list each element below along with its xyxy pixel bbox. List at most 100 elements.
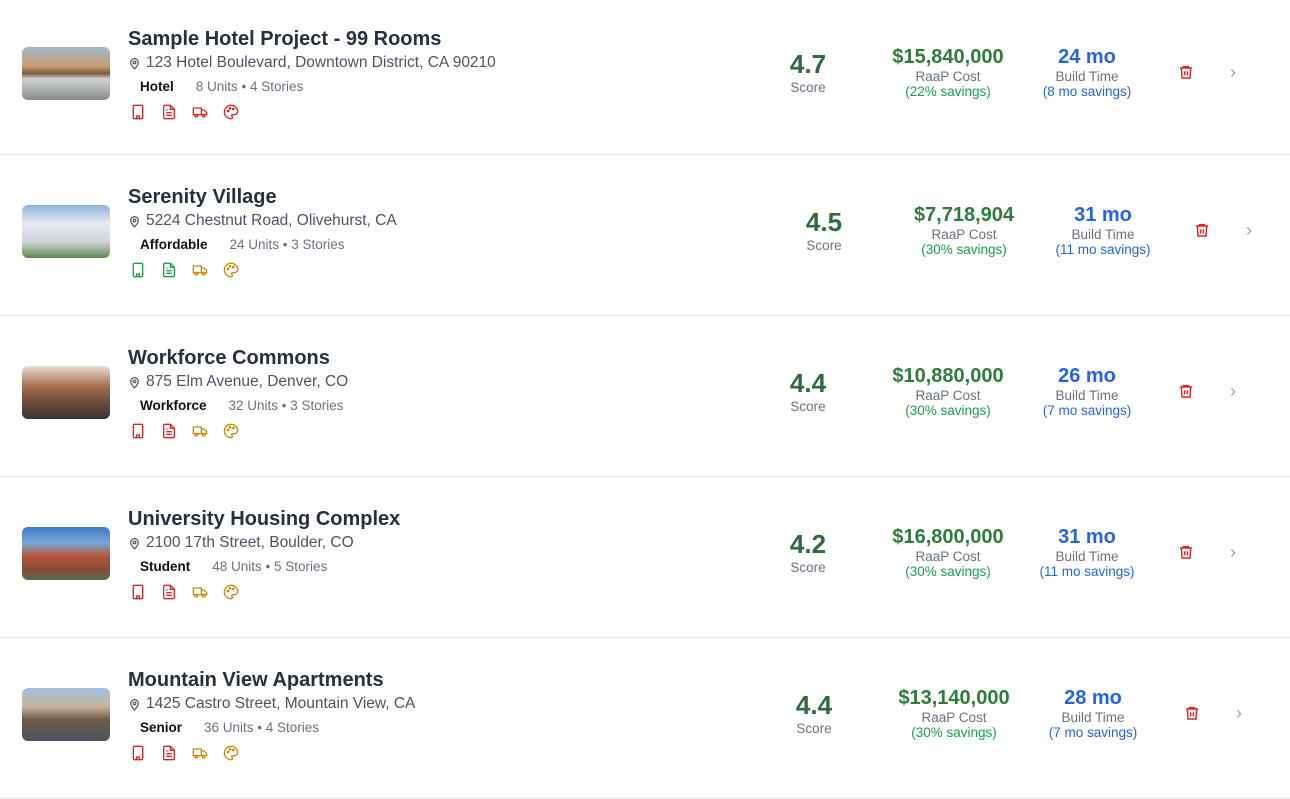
map-pin-icon bbox=[130, 698, 139, 711]
truck-icon bbox=[192, 426, 208, 437]
chevron-right-icon[interactable]: › bbox=[1246, 220, 1260, 241]
project-title[interactable]: University Housing Complex bbox=[128, 506, 400, 532]
time-savings: (11 mo savings) bbox=[1039, 563, 1135, 579]
trash-icon bbox=[1186, 706, 1198, 720]
cost-value: $10,880,000 bbox=[892, 364, 1004, 387]
delete-button[interactable] bbox=[1182, 703, 1202, 723]
score-label: Score bbox=[790, 560, 826, 575]
project-title[interactable]: Workforce Commons bbox=[128, 345, 348, 371]
palette-icon bbox=[223, 745, 239, 761]
delete-button[interactable] bbox=[1176, 381, 1196, 401]
cost-label: RaaP Cost bbox=[915, 68, 981, 84]
cost-value: $7,718,904 bbox=[913, 203, 1015, 226]
project-thumbnail bbox=[22, 687, 110, 741]
score: 4.4 Score bbox=[774, 690, 854, 736]
palette-icon bbox=[223, 423, 239, 439]
trash-icon bbox=[1180, 65, 1192, 79]
build-time-value: 28 mo bbox=[1064, 686, 1122, 709]
map-pin-icon bbox=[130, 376, 139, 389]
truck-icon bbox=[192, 107, 208, 118]
build-time: 28 mo Build Time (7 mo savings) bbox=[1038, 687, 1148, 740]
raap-cost: $15,840,000 RaaP Cost (22% savings) bbox=[878, 46, 1018, 99]
score: 4.2 Score bbox=[768, 529, 848, 575]
chevron-right-icon[interactable]: › bbox=[1230, 381, 1244, 402]
build-time: 31 mo Build Time (11 mo savings) bbox=[1032, 526, 1142, 579]
time-savings: (8 mo savings) bbox=[1042, 83, 1132, 99]
score-value: 4.4 bbox=[795, 690, 833, 720]
building-icon bbox=[132, 262, 144, 278]
score-value: 4.5 bbox=[805, 207, 843, 237]
palette-icon bbox=[223, 104, 239, 120]
build-time-label: Build Time bbox=[1055, 387, 1119, 403]
project-row[interactable]: Workforce Commons 875 Elm Avenue, Denver… bbox=[0, 316, 1290, 477]
project-list: Sample Hotel Project - 99 Rooms 123 Hote… bbox=[0, 0, 1290, 799]
address-text: 5224 Chestnut Road, Olivehurst, CA bbox=[146, 212, 397, 229]
cost-label: RaaP Cost bbox=[915, 387, 981, 403]
score: 4.4 Score bbox=[768, 368, 848, 414]
score-value: 4.4 bbox=[789, 368, 827, 398]
score-value: 4.2 bbox=[789, 529, 827, 559]
project-address: 875 Elm Avenue, Denver, CO bbox=[128, 373, 348, 391]
units-stories: 32 Units • 3 Stories bbox=[228, 398, 344, 413]
trash-icon bbox=[1180, 384, 1192, 398]
address-text: 2100 17th Street, Boulder, CO bbox=[146, 534, 354, 551]
delete-button[interactable] bbox=[1176, 62, 1196, 82]
chevron-right-icon[interactable]: › bbox=[1230, 62, 1244, 83]
cost-value: $16,800,000 bbox=[892, 525, 1004, 548]
project-title[interactable]: Mountain View Apartments bbox=[128, 667, 415, 693]
delete-button[interactable] bbox=[1176, 542, 1196, 562]
document-icon bbox=[163, 104, 175, 120]
address-text: 1425 Castro Street, Mountain View, CA bbox=[146, 695, 416, 712]
time-savings: (7 mo savings) bbox=[1048, 724, 1138, 740]
build-time: 26 mo Build Time (7 mo savings) bbox=[1032, 365, 1142, 418]
build-time-label: Build Time bbox=[1061, 709, 1125, 725]
project-title[interactable]: Serenity Village bbox=[128, 184, 397, 210]
project-row[interactable]: University Housing Complex 2100 17th Str… bbox=[0, 477, 1290, 638]
palette-icon bbox=[223, 262, 239, 278]
raap-cost: $7,718,904 RaaP Cost (30% savings) bbox=[894, 204, 1034, 257]
score-label: Score bbox=[806, 238, 842, 253]
build-time: 24 mo Build Time (8 mo savings) bbox=[1032, 46, 1142, 99]
time-savings: (11 mo savings) bbox=[1055, 241, 1151, 257]
raap-cost: $16,800,000 RaaP Cost (30% savings) bbox=[878, 526, 1018, 579]
truck-icon bbox=[192, 748, 208, 759]
document-icon bbox=[163, 262, 175, 278]
project-type: Affordable bbox=[140, 237, 208, 252]
palette-icon bbox=[223, 584, 239, 600]
units-stories: 48 Units • 5 Stories bbox=[212, 559, 328, 574]
project-row[interactable]: Mountain View Apartments 1425 Castro Str… bbox=[0, 638, 1290, 799]
map-pin-icon bbox=[130, 215, 139, 228]
project-type: Student bbox=[140, 559, 191, 574]
document-icon bbox=[163, 584, 175, 600]
chevron-right-icon[interactable]: › bbox=[1236, 703, 1250, 724]
units-stories: 8 Units • 4 Stories bbox=[195, 79, 304, 94]
project-thumbnail bbox=[22, 204, 110, 258]
project-thumbnail bbox=[22, 526, 110, 580]
document-icon bbox=[163, 745, 175, 761]
score-label: Score bbox=[790, 80, 826, 95]
cost-savings: (30% savings) bbox=[911, 724, 997, 740]
project-row[interactable]: Sample Hotel Project - 99 Rooms 123 Hote… bbox=[0, 0, 1290, 155]
cost-savings: (30% savings) bbox=[921, 241, 1007, 257]
raap-cost: $13,140,000 RaaP Cost (30% savings) bbox=[884, 687, 1024, 740]
cost-label: RaaP Cost bbox=[921, 709, 987, 725]
building-icon bbox=[132, 584, 144, 600]
building-icon bbox=[132, 104, 144, 120]
cost-label: RaaP Cost bbox=[931, 226, 997, 242]
document-icon bbox=[163, 423, 175, 439]
build-time-value: 31 mo bbox=[1058, 525, 1116, 548]
project-type: Hotel bbox=[140, 79, 174, 94]
build-time-label: Build Time bbox=[1055, 68, 1119, 84]
time-savings: (7 mo savings) bbox=[1042, 402, 1132, 418]
project-title[interactable]: Sample Hotel Project - 99 Rooms bbox=[128, 26, 496, 52]
delete-button[interactable] bbox=[1192, 220, 1212, 240]
build-time-value: 31 mo bbox=[1074, 203, 1132, 226]
map-pin-icon bbox=[130, 57, 139, 70]
cost-savings: (30% savings) bbox=[905, 563, 991, 579]
score-label: Score bbox=[796, 721, 832, 736]
chevron-right-icon[interactable]: › bbox=[1230, 542, 1244, 563]
score: 4.7 Score bbox=[768, 49, 848, 95]
project-row[interactable]: Serenity Village 5224 Chestnut Road, Oli… bbox=[0, 155, 1290, 316]
project-thumbnail bbox=[22, 46, 110, 100]
build-time-value: 26 mo bbox=[1058, 364, 1116, 387]
